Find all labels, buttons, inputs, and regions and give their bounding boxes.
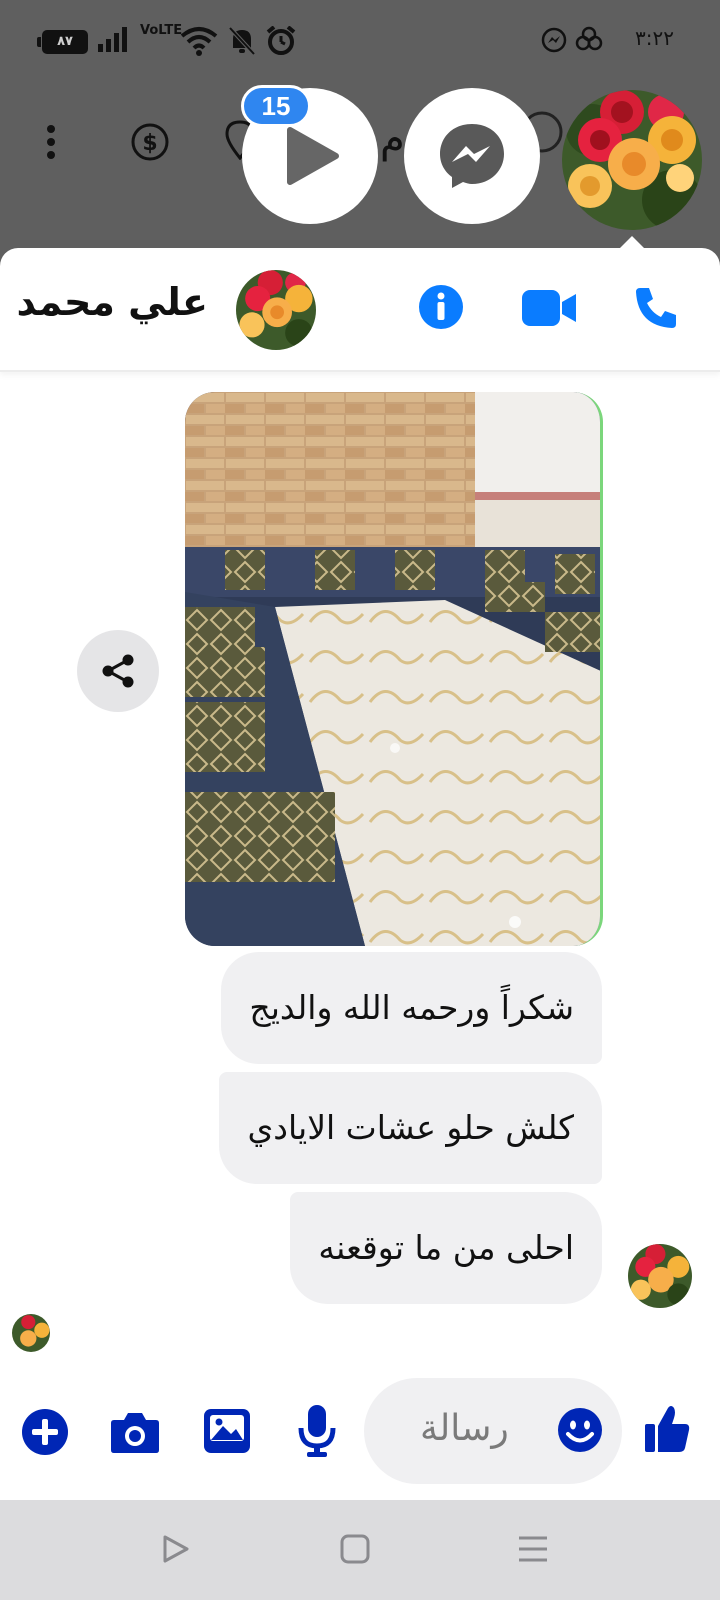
signal-icon (98, 27, 127, 52)
contact-name[interactable]: علي محمد (17, 280, 208, 324)
more-vert-icon (47, 125, 55, 159)
phone-call-icon[interactable] (634, 286, 678, 330)
wifi-icon (180, 27, 218, 56)
system-navigation-bar (0, 1500, 720, 1600)
sender-avatar (628, 1244, 692, 1308)
dollar-icon: $ (131, 123, 169, 161)
chat-head-pointer (620, 236, 644, 248)
mute-bell-icon (228, 26, 256, 56)
recent-apps-icon[interactable] (518, 1534, 548, 1564)
messenger-chat-head[interactable] (404, 88, 540, 224)
dimmed-text-fragment: م (380, 116, 405, 162)
unread-count-badge: 15 (241, 85, 311, 127)
pinwheel-icon (575, 26, 603, 51)
message-input-placeholder: رسالة (420, 1408, 509, 1449)
share-icon (102, 654, 134, 688)
chat-header: علي محمد (0, 248, 720, 372)
battery-indicator: ٨٧ (37, 30, 88, 54)
clock: ٣:٢٢ (635, 26, 674, 50)
message-composer: رسالة (0, 1378, 720, 1500)
contact-avatar[interactable] (236, 270, 316, 350)
chat-panel: علي محمد شكراً ورحمه الله والديج كلش حلو… (0, 248, 720, 1500)
home-icon[interactable] (340, 1534, 370, 1564)
back-icon[interactable] (162, 1534, 190, 1564)
camera-icon[interactable] (110, 1410, 160, 1454)
message-bubble[interactable]: شكراً ورحمه الله والديج (221, 952, 602, 1064)
roses-avatar-image (562, 90, 702, 230)
living-room-image (185, 392, 600, 946)
alarm-icon (266, 26, 296, 55)
like-icon[interactable] (644, 1404, 690, 1454)
svg-text:$: $ (142, 131, 157, 156)
message-bubble[interactable]: احلى من ما توقعنه (290, 1192, 602, 1304)
roses-avatar-image (236, 270, 316, 350)
gallery-icon[interactable] (203, 1408, 251, 1454)
info-icon[interactable] (418, 284, 464, 330)
video-call-icon[interactable] (522, 290, 576, 326)
emoji-icon[interactable] (557, 1407, 603, 1453)
shared-photo[interactable] (185, 392, 603, 946)
microphone-icon[interactable] (298, 1404, 336, 1458)
messenger-status-icon (541, 27, 567, 53)
status-bar: ٨٧ VoLTE ٣:٢٢ (0, 0, 720, 80)
roses-avatar-image (12, 1314, 50, 1352)
message-bubble[interactable]: كلش حلو عشات الايادي (219, 1072, 602, 1184)
seen-receipt-avatar (12, 1314, 50, 1352)
share-button[interactable] (77, 630, 159, 712)
volte-icon: VoLTE (140, 23, 183, 38)
add-icon[interactable] (21, 1408, 69, 1456)
roses-avatar-image (628, 1244, 692, 1308)
messenger-icon (440, 124, 504, 188)
play-icon (287, 127, 339, 185)
contact-chat-head[interactable] (562, 90, 702, 230)
